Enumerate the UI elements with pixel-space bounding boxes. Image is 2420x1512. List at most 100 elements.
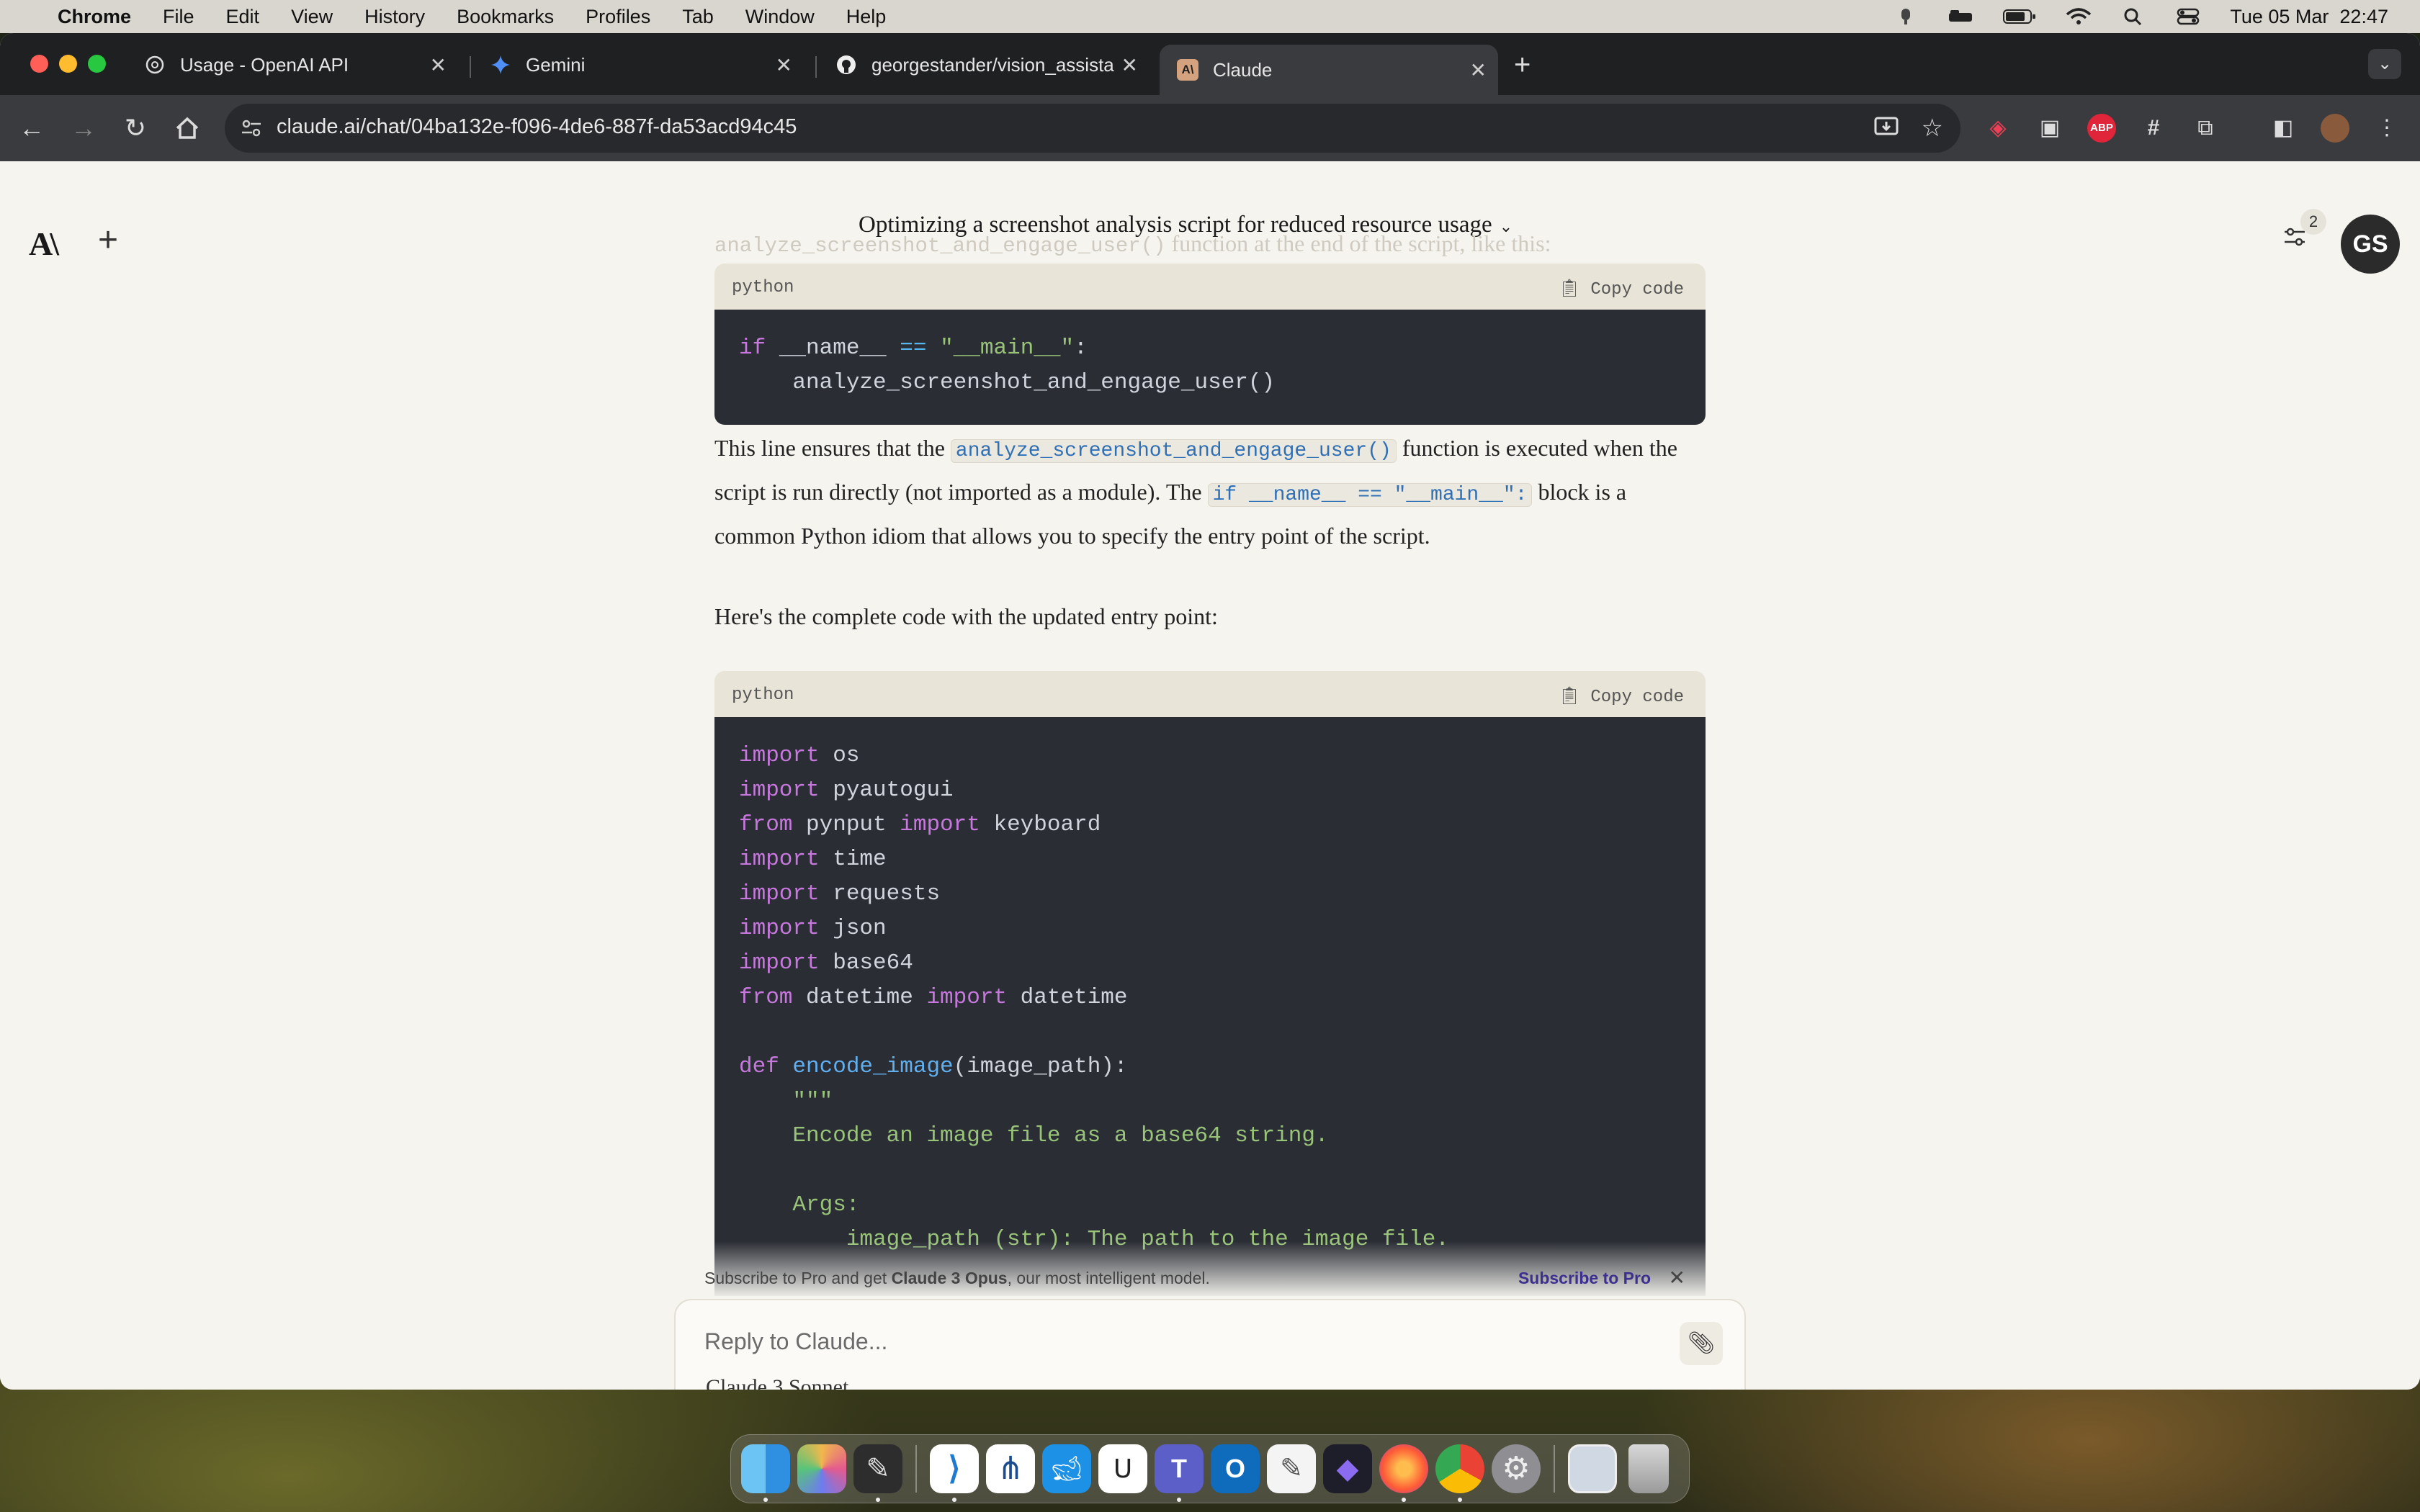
minimize-window-button[interactable]: [59, 55, 77, 73]
close-tab-icon[interactable]: ✕: [430, 53, 447, 77]
tab-gemini[interactable]: Gemini ✕: [472, 45, 804, 85]
firefox-icon[interactable]: [1379, 1444, 1428, 1502]
copy-code-button[interactable]: 📋︎ Copy code: [1559, 278, 1685, 300]
tab-github[interactable]: georgestander/vision_assista ✕: [818, 45, 1150, 85]
ollama-icon[interactable]: ᑌ: [1098, 1444, 1147, 1493]
docker-icon[interactable]: 🐋︎: [1042, 1444, 1091, 1493]
back-arrow-icon[interactable]: ←: [14, 111, 49, 145]
battery-icon[interactable]: [2002, 7, 2037, 26]
tab-title: Claude: [1213, 58, 1273, 81]
attach-paperclip-icon[interactable]: 📎︎: [1680, 1322, 1723, 1365]
outlook-icon[interactable]: O: [1211, 1444, 1260, 1493]
new-tab-button[interactable]: +: [1514, 50, 1531, 79]
menu-edit[interactable]: Edit: [226, 6, 260, 28]
close-tab-icon[interactable]: ✕: [776, 53, 792, 77]
chrome-icon[interactable]: [1435, 1444, 1484, 1502]
forward-arrow-icon[interactable]: →: [66, 111, 101, 145]
spotlight-search-icon[interactable]: [2120, 7, 2146, 26]
side-panel-icon[interactable]: ◧: [2269, 114, 2298, 143]
openai-icon: [145, 55, 164, 74]
zoom-window-button[interactable]: [88, 55, 106, 73]
bookmark-star-icon[interactable]: ☆: [1922, 114, 1943, 143]
obsidian-icon[interactable]: ◆: [1323, 1444, 1372, 1493]
menu-window[interactable]: Window: [745, 6, 815, 28]
menu-bookmarks[interactable]: Bookmarks: [457, 6, 554, 28]
textedit-icon[interactable]: ✎: [1267, 1444, 1316, 1493]
address-bar[interactable]: claude.ai/chat/04ba132e-f096-4de6-887f-d…: [225, 104, 1960, 153]
site-settings-icon[interactable]: [241, 118, 262, 138]
sourcetree-icon[interactable]: ⋔: [986, 1444, 1035, 1493]
home-icon[interactable]: [170, 111, 205, 145]
menu-app-name[interactable]: Chrome: [58, 6, 131, 28]
url-text[interactable]: claude.ai/chat/04ba132e-f096-4de6-887f-d…: [277, 115, 797, 139]
inline-code: analyze_screenshot_and_engage_user(): [950, 439, 1397, 463]
user-avatar[interactable]: GS: [2341, 215, 2400, 274]
github-icon: [837, 55, 856, 74]
tab-title: georgestander/vision_assista: [871, 53, 1114, 76]
subscribe-to-pro-link[interactable]: Subscribe to Pro: [1518, 1269, 1651, 1288]
tab-title: Gemini: [526, 53, 586, 76]
close-banner-icon[interactable]: ✕: [1669, 1266, 1685, 1290]
inline-code: if __name__ == "__main__":: [1207, 483, 1533, 507]
anthropic-logo[interactable]: A\: [29, 225, 59, 263]
trash-icon[interactable]: [1628, 1444, 1669, 1493]
clipboard-icon: 📋︎: [1558, 280, 1591, 300]
hashtag-extension-icon[interactable]: #: [2139, 114, 2168, 143]
reload-icon[interactable]: ↻: [118, 111, 153, 145]
extensions-puzzle-icon[interactable]: ⧉: [2191, 114, 2220, 143]
control-center-icon[interactable]: [2175, 7, 2201, 26]
tab-title: Usage - OpenAI API: [180, 53, 349, 76]
bed-status-icon[interactable]: [1948, 7, 1973, 26]
launchpad-icon[interactable]: [797, 1444, 846, 1493]
teams-icon[interactable]: T: [1155, 1444, 1204, 1502]
tab-claude[interactable]: A\ Claude ✕: [1160, 45, 1498, 95]
close-tab-icon[interactable]: ✕: [1121, 53, 1138, 77]
menu-file[interactable]: File: [163, 6, 194, 28]
dock: ✎ ⟩ ⋔ 🐋︎ ᑌ T O ✎ ◆ ⚙: [730, 1434, 1690, 1503]
finder-icon[interactable]: [741, 1444, 790, 1502]
mic-status-icon[interactable]: [1893, 7, 1919, 26]
system-settings-icon[interactable]: ⚙: [1492, 1444, 1541, 1493]
code-block[interactable]: import os import pyautogui from pynput i…: [714, 717, 1706, 1296]
gemini-icon: [491, 55, 510, 74]
inline-code: analyze_screenshot_and_engage_user(): [714, 234, 1166, 258]
code-language-label: python: [732, 685, 794, 705]
code-block[interactable]: if __name__ == "__main__": analyze_scree…: [714, 310, 1706, 425]
menu-help[interactable]: Help: [846, 6, 887, 28]
close-window-button[interactable]: [30, 55, 48, 73]
vscode-icon[interactable]: ⟩: [930, 1444, 979, 1502]
screenshot-extension-icon[interactable]: ▣: [2035, 114, 2064, 143]
menu-tab[interactable]: Tab: [682, 6, 714, 28]
tab-search-chevron-icon[interactable]: ⌄: [2368, 49, 2401, 79]
menubar-clock[interactable]: Tue 05 Mar 22:47: [2230, 6, 2388, 28]
clipboard-icon: 📋︎: [1558, 688, 1591, 707]
reply-composer: 📎︎ Claude 3 Sonnet: [674, 1299, 1746, 1390]
reply-input[interactable]: [704, 1323, 1641, 1359]
menu-bar: Chrome File Edit View History Bookmarks …: [0, 0, 2420, 33]
wifi-icon[interactable]: [2066, 7, 2092, 26]
script-editor-icon[interactable]: ✎: [853, 1444, 902, 1502]
tab-openai-usage[interactable]: Usage - OpenAI API ✕: [127, 45, 458, 85]
new-chat-plus-icon[interactable]: +: [98, 220, 118, 260]
copy-code-button[interactable]: 📋︎ Copy code: [1559, 685, 1685, 707]
subscribe-banner: Subscribe to Pro and get Claude 3 Opus, …: [704, 1266, 1685, 1290]
dock-separator: [915, 1445, 917, 1493]
profile-avatar-icon[interactable]: [2321, 114, 2349, 143]
menu-history[interactable]: History: [364, 6, 425, 28]
adblock-extension-icon[interactable]: ABP: [2087, 114, 2116, 143]
install-app-icon[interactable]: [1873, 114, 1900, 141]
chrome-menu-icon[interactable]: ⋮: [2372, 114, 2401, 143]
code-block-header: python 📋︎ Copy code: [714, 264, 1706, 310]
pocket-extension-icon[interactable]: ◈: [1984, 114, 2012, 143]
menu-profiles[interactable]: Profiles: [586, 6, 650, 28]
code-language-label: python: [732, 278, 794, 297]
preview-icon[interactable]: [1568, 1444, 1617, 1493]
menu-view[interactable]: View: [291, 6, 333, 28]
code-block-header: python 📋︎ Copy code: [714, 671, 1706, 717]
model-selector[interactable]: Claude 3 Sonnet: [706, 1375, 848, 1390]
browser-toolbar: ← → ↻ claude.ai/chat/04ba132e-f096-4de6-…: [0, 95, 2420, 161]
faded-previous-line: analyze_screenshot_and_engage_user() fun…: [714, 230, 1551, 258]
browser-window: Usage - OpenAI API ✕ Gemini ✕ georgestan…: [0, 33, 2420, 1390]
close-tab-icon[interactable]: ✕: [1470, 58, 1487, 82]
dock-separator: [1554, 1445, 1555, 1493]
